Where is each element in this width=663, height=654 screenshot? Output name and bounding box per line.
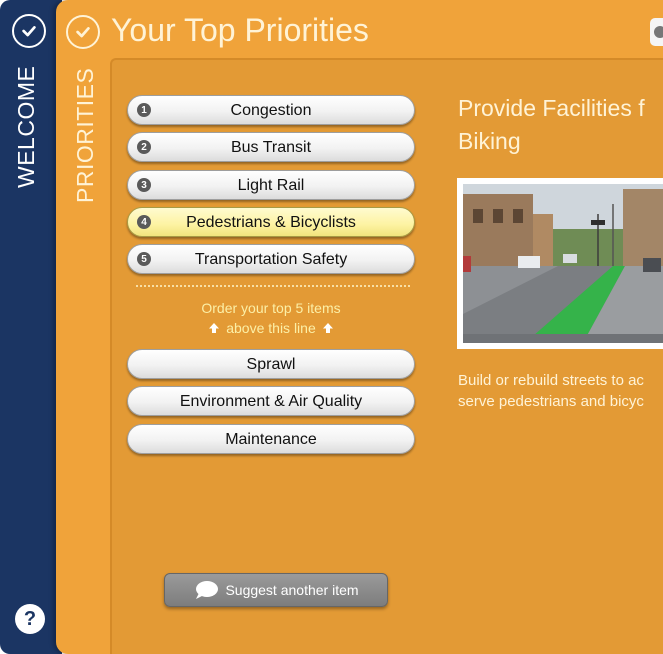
suggest-item-label: Suggest another item [225, 582, 359, 598]
priorities-panel: Your Top Priorities PRIORITIES 1 Congest… [56, 0, 663, 654]
detail-photo [457, 178, 663, 349]
instruction-line-2-text: above this line [226, 320, 316, 336]
priority-label: Environment & Air Quality [179, 393, 363, 410]
detail-description: Build or rebuild streets to ac serve ped… [458, 370, 644, 412]
help-button[interactable]: ? [15, 604, 45, 634]
welcome-label[interactable]: WELCOME [13, 66, 40, 188]
arrow-up-icon [209, 323, 220, 333]
ranking-divider [136, 285, 410, 287]
street-bike-lane-image [463, 184, 663, 343]
priority-label: Pedestrians & Bicyclists [186, 214, 356, 231]
ranking-instruction: Order your top 5 items above this line [127, 298, 415, 338]
instruction-line-1: Order your top 5 items [201, 300, 341, 316]
priority-label: Maintenance [225, 431, 317, 448]
priority-item-congestion[interactable]: 1 Congestion [127, 95, 415, 125]
priorities-label: PRIORITIES [72, 67, 98, 203]
page-title: Your Top Priorities [111, 12, 369, 48]
instruction-line-2: above this line [127, 318, 415, 338]
priority-item-bus-transit[interactable]: 2 Bus Transit [127, 132, 415, 162]
check-icon [22, 26, 36, 37]
priority-label: Congestion [230, 102, 312, 119]
detail-title: Provide Facilities f Biking [458, 92, 663, 158]
close-icon [654, 26, 663, 38]
detail-desc-line-1: Build or rebuild streets to ac [458, 372, 644, 389]
detail-desc-line-2: serve pedestrians and bicyc [458, 393, 644, 410]
priority-label: Light Rail [237, 177, 305, 194]
priority-item-sprawl[interactable]: Sprawl [127, 349, 415, 379]
detail-title-line-2: Biking [458, 128, 521, 154]
detail-title-line-1: Provide Facilities f [458, 95, 645, 121]
priority-item-environment-air-quality[interactable]: Environment & Air Quality [127, 386, 415, 416]
priority-item-pedestrians-bicyclists[interactable]: 4 Pedestrians & Bicyclists [127, 207, 415, 237]
priority-item-maintenance[interactable]: Maintenance [127, 424, 415, 454]
priority-label: Sprawl [246, 356, 296, 373]
priorities-content: 1 Congestion 2 Bus Transit 3 Light Rail … [110, 58, 663, 654]
speech-bubble-icon [196, 581, 219, 599]
welcome-rail[interactable]: WELCOME ? [0, 0, 62, 654]
priority-item-light-rail[interactable]: 3 Light Rail [127, 170, 415, 200]
close-button[interactable] [650, 18, 663, 46]
check-icon [76, 27, 90, 38]
suggest-item-button[interactable]: Suggest another item [164, 573, 388, 607]
welcome-check-icon[interactable] [12, 14, 46, 48]
priority-label: Transportation Safety [194, 251, 348, 268]
arrow-up-icon [322, 323, 333, 333]
priority-label: Bus Transit [230, 139, 312, 156]
priorities-check-icon [66, 15, 100, 49]
priority-item-transportation-safety[interactable]: 5 Transportation Safety [127, 244, 415, 274]
